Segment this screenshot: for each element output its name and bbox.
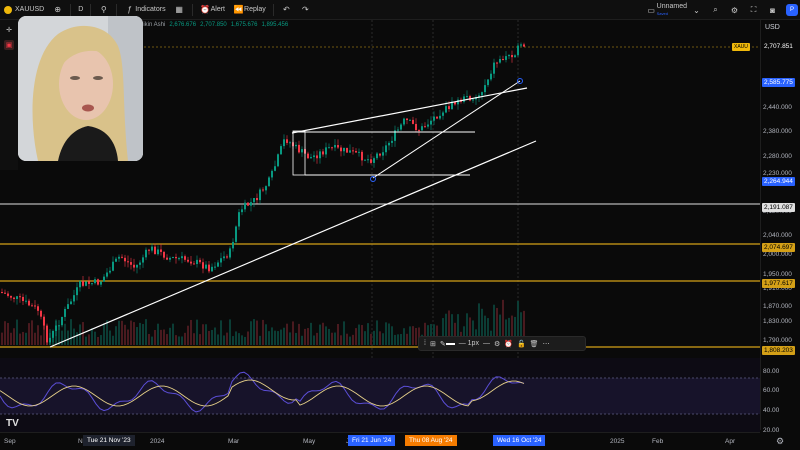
time-axis[interactable]: SepN2024MarMayJu2025FebAprTue 21 Nov '23… xyxy=(0,432,760,450)
price-scale[interactable]: 2,520.0002,440.0002,380.0002,280.0002,23… xyxy=(760,20,800,434)
price-tick-label: 2,230.000 xyxy=(763,170,792,177)
price-tick-label: 2,000.000 xyxy=(763,251,792,258)
remove-tool-icon[interactable]: ▣ xyxy=(4,40,14,50)
templates-button[interactable]: ▦ xyxy=(170,0,189,20)
oscillator-tick-label: 40.00 xyxy=(763,407,780,414)
layout-menu[interactable]: ▭ Unnamed Saved ⌄ xyxy=(642,0,706,20)
price-level-badge: 2,264.944 xyxy=(762,177,795,186)
price-tick-label: 1,830.000 xyxy=(763,318,792,325)
publish-button[interactable]: P xyxy=(786,4,798,16)
price-level-badge: 2,074.697 xyxy=(762,243,795,252)
currency-label[interactable]: USD xyxy=(765,24,780,31)
price-level-badge: 1,808.203 xyxy=(762,346,795,355)
price-tick-label: 2,380.000 xyxy=(763,128,792,135)
price-tick-label: 1,950.000 xyxy=(763,271,792,278)
grid-icon: ▦ xyxy=(175,5,183,14)
settings-button[interactable]: ⚙ xyxy=(725,0,744,20)
fullscreen-icon: ⛶ xyxy=(750,5,757,14)
replay-icon: ⏪ xyxy=(233,5,244,14)
webcam-overlay xyxy=(18,16,143,161)
ohlc-low: 1,675.676 xyxy=(230,22,258,28)
alert-add-icon[interactable]: ⏰ xyxy=(504,340,513,348)
toolbar-right: ▭ Unnamed Saved ⌄ ⌕ ⚙ ⛶ ◙ P xyxy=(642,0,800,20)
layout-name-label: Unnamed xyxy=(656,3,687,10)
snapshot-button[interactable]: ◙ xyxy=(763,0,782,20)
search-icon: ⌕ xyxy=(713,5,718,14)
time-tick-label: May xyxy=(303,438,316,445)
more-icon[interactable]: ⋯ xyxy=(543,340,550,348)
time-cursor-badge: Wed 16 Oct '24 xyxy=(493,435,546,446)
search-button[interactable]: ⌕ xyxy=(706,0,725,20)
time-tick-label: Sep xyxy=(4,438,16,445)
cursor-tool[interactable]: ✛ xyxy=(4,25,14,35)
time-tick-label: Feb xyxy=(652,438,664,445)
oscillator-tick-label: 80.00 xyxy=(763,368,780,375)
trash-icon[interactable]: 🗑 xyxy=(530,340,539,348)
symbol-price-tag: XAUU xyxy=(732,43,750,51)
chart-legend: eikin Ashi 2,676.676 2,707.850 1,675.676… xyxy=(140,22,288,32)
line-style-button[interactable]: — xyxy=(483,340,490,347)
scale-settings-icon[interactable]: ⚙ xyxy=(776,436,784,447)
replay-label: Replay xyxy=(244,6,266,13)
interval-label: D xyxy=(78,6,84,13)
tradingview-app: XAUUSD ⊕ D ⚲ ƒ Indicators ▦ ⏰ Alert ⏪ Re… xyxy=(0,0,800,450)
line-color-button[interactable]: ✎ xyxy=(440,340,455,348)
ohlc-close: 1,895.456 xyxy=(261,22,289,28)
price-level-badge: 2,585.775 xyxy=(762,78,795,87)
lock-icon[interactable]: 🔓 xyxy=(517,340,526,348)
indicators-label: Indicators xyxy=(135,6,166,13)
time-tick-label: 2024 xyxy=(150,438,165,445)
undo-button[interactable]: ↶ xyxy=(277,0,296,20)
price-tick-label: 2,040.000 xyxy=(763,232,792,239)
indicators-icon: ƒ xyxy=(127,5,132,14)
line-width-button[interactable]: — 1px xyxy=(459,340,479,347)
ohlc-high: 2,707.850 xyxy=(200,22,227,28)
layout-icon: ▭ xyxy=(647,5,655,15)
publish-label: P xyxy=(789,7,794,13)
drawing-float-toolbar: ⁞ ⊞ ✎ — 1px — ⚙ ⏰ 🔓 🗑 ⋯ xyxy=(418,336,586,351)
price-level-badge: 2,191.087 xyxy=(762,203,795,212)
chart-style-label: eikin Ashi xyxy=(140,22,166,28)
undo-icon: ↶ xyxy=(282,5,290,14)
time-cursor-badge: Tue 21 Nov '23 xyxy=(83,435,135,446)
time-tick-label: N xyxy=(78,438,83,445)
time-tick-label: Apr xyxy=(725,438,736,445)
price-tick-label: 2,280.000 xyxy=(763,153,792,160)
price-tick-label: 2,440.000 xyxy=(763,104,792,111)
drawing-tools-panel: ✛ ▣ xyxy=(0,20,18,170)
price-tick-label: 1,870.000 xyxy=(763,303,792,310)
price-tick-label: 1,790.000 xyxy=(763,337,792,344)
symbol-label: XAUUSD xyxy=(15,6,45,13)
time-cursor-badge: Thu 08 Aug '24 xyxy=(405,435,457,446)
price-level-badge: 1,977.617 xyxy=(762,279,795,288)
layout-status-label: Saved xyxy=(656,11,668,16)
price-level-badge: 2,707.851 xyxy=(762,42,795,51)
gear-icon: ⚙ xyxy=(730,5,739,15)
alarm-icon: ⏰ xyxy=(200,5,211,14)
alert-label: Alert xyxy=(210,6,226,13)
time-tick-label: 2025 xyxy=(610,438,625,445)
drag-handle-icon[interactable]: ⁞ xyxy=(424,340,426,347)
replay-button[interactable]: ⏪ Replay xyxy=(229,0,270,20)
time-tick-label: Mar xyxy=(228,438,240,445)
redo-button[interactable]: ↷ xyxy=(296,0,315,20)
time-cursor-badge: Fri 21 Jun '24 xyxy=(348,435,396,446)
fullscreen-button[interactable]: ⛶ xyxy=(744,0,763,20)
camera-icon: ◙ xyxy=(770,5,775,15)
presenter-video xyxy=(18,16,143,161)
templates-icon[interactable]: ⊞ xyxy=(430,340,436,348)
tradingview-logo: TV xyxy=(6,418,19,429)
chevron-down-icon: ⌄ xyxy=(693,5,700,15)
ohlc-open: 2,676.676 xyxy=(169,22,197,28)
line-width-label: 1px xyxy=(467,340,479,347)
alert-button[interactable]: ⏰ Alert xyxy=(196,0,229,20)
plus-icon: ⊕ xyxy=(54,5,62,14)
gold-logo-icon xyxy=(4,5,12,14)
redo-icon: ↷ xyxy=(301,5,309,14)
oscillator-tick-label: 60.00 xyxy=(763,387,780,394)
settings-icon[interactable]: ⚙ xyxy=(494,340,500,348)
oscillator-tick-label: 20.00 xyxy=(763,427,780,434)
candles-icon: ⚲ xyxy=(100,5,107,14)
